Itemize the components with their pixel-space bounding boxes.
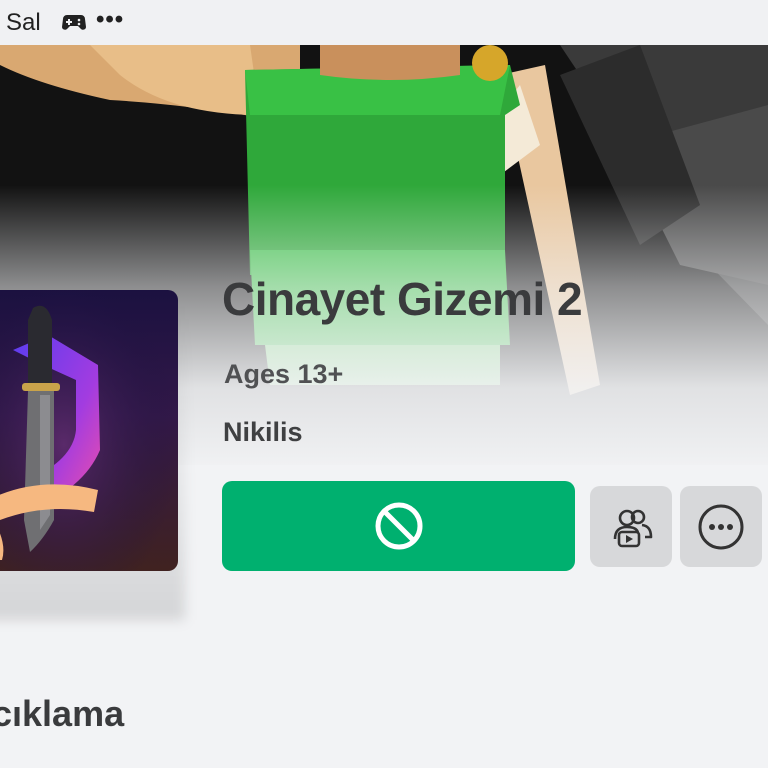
description-heading: cıklama <box>0 693 125 734</box>
more-options-button[interactable] <box>680 486 762 567</box>
ellipsis-circle-icon <box>698 504 744 549</box>
status-day-label: Sal <box>6 9 41 36</box>
game-thumbnail[interactable] <box>0 290 178 571</box>
play-button[interactable] <box>222 481 575 571</box>
party-icon <box>613 509 653 547</box>
more-horizontal-icon[interactable]: ••• <box>96 6 124 34</box>
knife-emblem-icon <box>0 290 178 571</box>
age-rating: Ages 13+ <box>224 359 344 389</box>
creator-name[interactable]: Nikilis <box>223 417 303 448</box>
game-title: Cinayet Gizemi 2 <box>222 273 583 325</box>
status-bar: Sal ••• <box>0 0 768 45</box>
gamepad-icon <box>62 12 86 37</box>
party-button[interactable] <box>590 486 672 567</box>
blocked-icon <box>375 502 422 550</box>
